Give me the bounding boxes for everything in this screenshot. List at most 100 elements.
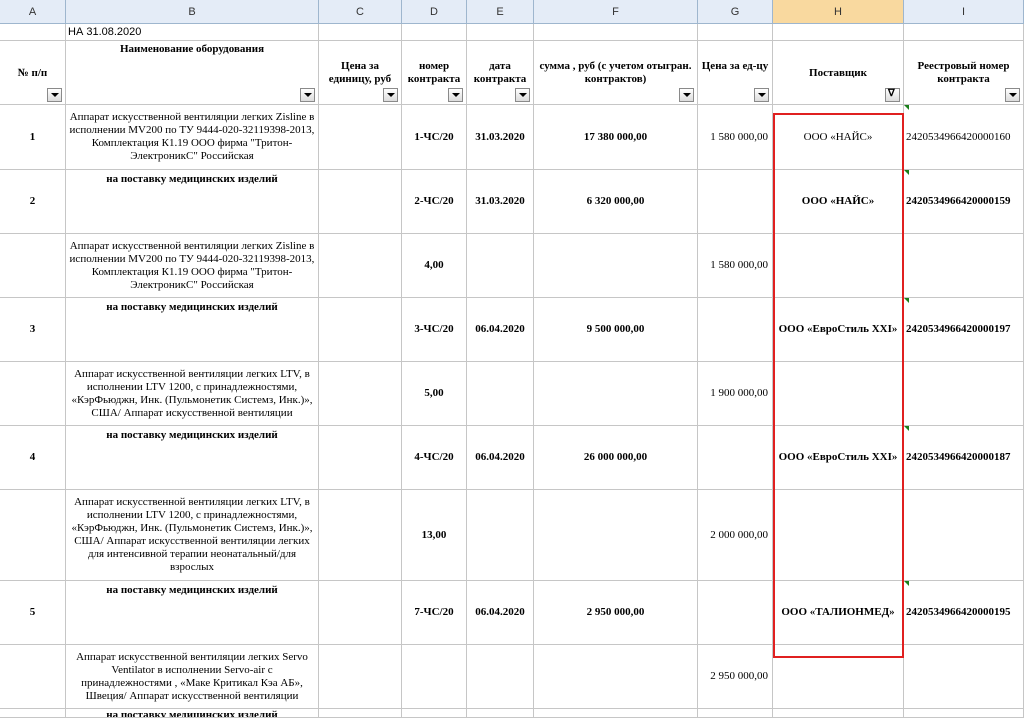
col-header-E[interactable]: E [467, 0, 534, 24]
cell-f-title[interactable] [534, 24, 698, 41]
contract-no[interactable]: 3-ЧС/20 [402, 298, 467, 362]
contract-no[interactable]: 7-ЧС/20 [402, 581, 467, 645]
cell-h-title[interactable] [773, 24, 904, 41]
equipment-name[interactable]: на поставку медицинских изделий [66, 709, 319, 718]
header-unit-price[interactable]: Цена за ед-цу [698, 41, 773, 105]
row-num[interactable] [0, 645, 66, 709]
contract-date[interactable] [467, 645, 534, 709]
quantity[interactable] [402, 645, 467, 709]
col-header-B[interactable]: B [66, 0, 319, 24]
equipment-name[interactable]: на поставку медицинских изделий [66, 426, 319, 490]
equipment-name[interactable]: Аппарат искусственной вентиляции легких … [66, 645, 319, 709]
price-cell[interactable] [319, 709, 402, 718]
header-price[interactable]: Цена за единицу, руб [319, 41, 402, 105]
filter-dropdown-icon[interactable] [448, 88, 463, 102]
contract-sum[interactable]: 9 500 000,00 [534, 298, 698, 362]
unit-price[interactable]: 1 580 000,00 [698, 105, 773, 170]
quantity[interactable]: 5,00 [402, 362, 467, 426]
contract-date[interactable] [467, 709, 534, 718]
contract-no[interactable]: 2-ЧС/20 [402, 170, 467, 234]
cell-g-title[interactable] [698, 24, 773, 41]
equipment-name[interactable]: на поставку медицинских изделий [66, 581, 319, 645]
equipment-name[interactable]: Аппарат искусственной вентиляции легких … [66, 105, 319, 170]
header-contract-date[interactable]: дата контракта [467, 41, 534, 105]
unit-price[interactable] [698, 170, 773, 234]
row-num[interactable] [0, 234, 66, 298]
filter-dropdown-icon[interactable] [515, 88, 530, 102]
contract-sum[interactable] [534, 362, 698, 426]
header-registry[interactable]: Реестровый номер контракта [904, 41, 1024, 105]
header-num[interactable]: № п/п [0, 41, 66, 105]
contract-sum[interactable]: 2 950 000,00 [534, 581, 698, 645]
header-supplier[interactable]: Поставщик [773, 41, 904, 105]
unit-price[interactable] [698, 709, 773, 718]
unit-price[interactable]: 2 000 000,00 [698, 490, 773, 581]
contract-sum[interactable] [534, 645, 698, 709]
contract-sum[interactable]: 17 380 000,00 [534, 105, 698, 170]
price-cell[interactable] [319, 426, 402, 490]
contract-date[interactable]: 06.04.2020 [467, 298, 534, 362]
equipment-name[interactable]: на поставку медицинских изделий [66, 298, 319, 362]
report-date-cell[interactable]: НА 31.08.2020 [66, 24, 319, 41]
cell-i-title[interactable] [904, 24, 1024, 41]
row-num[interactable]: 2 [0, 170, 66, 234]
unit-price[interactable] [698, 298, 773, 362]
price-cell[interactable] [319, 362, 402, 426]
equipment-name[interactable]: Аппарат искусственной вентиляции легких … [66, 490, 319, 581]
price-cell[interactable] [319, 170, 402, 234]
row-num[interactable]: 4 [0, 426, 66, 490]
registry-number[interactable]: 2420534966420000187 [904, 426, 1024, 490]
row-num[interactable]: 3 [0, 298, 66, 362]
contract-no[interactable]: 4-ЧС/20 [402, 426, 467, 490]
unit-price[interactable] [698, 581, 773, 645]
contract-sum[interactable]: 26 000 000,00 [534, 426, 698, 490]
col-header-I[interactable]: I [904, 0, 1024, 24]
contract-date[interactable] [467, 234, 534, 298]
price-cell[interactable] [319, 581, 402, 645]
contract-no[interactable]: 1-ЧС/20 [402, 105, 467, 170]
registry-number[interactable] [904, 362, 1024, 426]
col-header-D[interactable]: D [402, 0, 467, 24]
col-header-H[interactable]: H [773, 0, 904, 24]
registry-number[interactable] [904, 645, 1024, 709]
price-cell[interactable] [319, 645, 402, 709]
col-header-C[interactable]: C [319, 0, 402, 24]
registry-number[interactable] [904, 490, 1024, 581]
contract-date[interactable] [467, 362, 534, 426]
header-contract-no[interactable]: номер контракта [402, 41, 467, 105]
contract-date[interactable]: 06.04.2020 [467, 426, 534, 490]
filter-active-icon[interactable] [885, 87, 900, 102]
registry-number[interactable] [904, 709, 1024, 718]
col-header-A[interactable]: A [0, 0, 66, 24]
price-cell[interactable] [319, 298, 402, 362]
header-name[interactable]: Наименование оборудования [66, 41, 319, 105]
contract-date[interactable] [467, 490, 534, 581]
filter-dropdown-icon[interactable] [754, 88, 769, 102]
price-cell[interactable] [319, 105, 402, 170]
price-cell[interactable] [319, 234, 402, 298]
unit-price[interactable] [698, 426, 773, 490]
quantity[interactable]: 13,00 [402, 490, 467, 581]
row-num[interactable] [0, 362, 66, 426]
contract-sum[interactable] [534, 490, 698, 581]
filter-dropdown-icon[interactable] [383, 88, 398, 102]
col-header-F[interactable]: F [534, 0, 698, 24]
registry-number[interactable]: 2420534966420000197 [904, 298, 1024, 362]
contract-sum[interactable]: 6 320 000,00 [534, 170, 698, 234]
contract-date[interactable]: 31.03.2020 [467, 170, 534, 234]
unit-price[interactable]: 1 900 000,00 [698, 362, 773, 426]
supplier[interactable] [773, 709, 904, 718]
cell-c-title[interactable] [319, 24, 402, 41]
unit-price[interactable]: 2 950 000,00 [698, 645, 773, 709]
contract-sum[interactable] [534, 234, 698, 298]
cell-d-title[interactable] [402, 24, 467, 41]
registry-number[interactable]: 2420534966420000195 [904, 581, 1024, 645]
equipment-name[interactable]: на поставку медицинских изделий [66, 170, 319, 234]
quantity[interactable]: 4,00 [402, 234, 467, 298]
contract-sum[interactable] [534, 709, 698, 718]
row-num[interactable]: 1 [0, 105, 66, 170]
price-cell[interactable] [319, 490, 402, 581]
row-num[interactable] [0, 709, 66, 718]
equipment-name[interactable]: Аппарат искусственной вентиляции легких … [66, 234, 319, 298]
registry-number[interactable] [904, 234, 1024, 298]
